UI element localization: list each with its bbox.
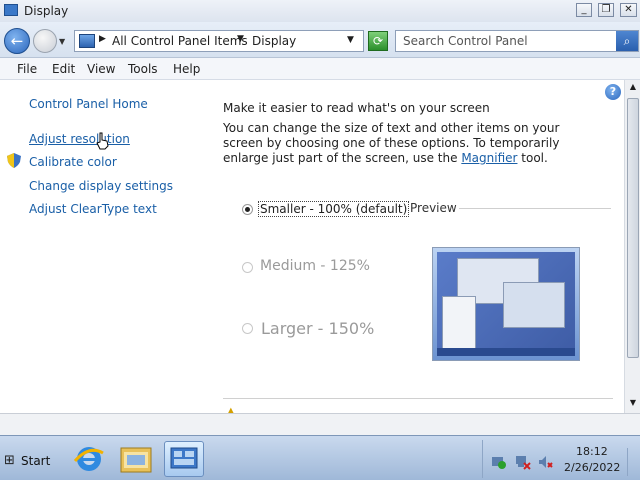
network-icon[interactable] xyxy=(515,454,531,470)
taskbar: ⊞ Start 18:12 2/26/2022 xyxy=(0,435,640,480)
option-larger-label[interactable]: Larger - 150% xyxy=(261,319,374,338)
file-explorer-icon[interactable] xyxy=(116,441,156,477)
menu-file[interactable]: File xyxy=(17,62,37,76)
sidebar-item-adjust-resolution[interactable]: Adjust resolution xyxy=(29,132,130,146)
breadcrumb-all-items[interactable]: All Control Panel Items xyxy=(112,34,248,48)
sidebar-item-calibrate-color[interactable]: Calibrate color xyxy=(29,155,117,169)
chevron-right-icon[interactable]: ▶ xyxy=(99,34,106,44)
sidebar-item-control-panel-home[interactable]: Control Panel Home xyxy=(29,97,148,111)
option-medium-label[interactable]: Medium - 125% xyxy=(260,258,370,274)
navigation-bar: ← ▼ ▶ All Control Panel Items ▼ Display … xyxy=(0,22,640,58)
menu-tools[interactable]: Tools xyxy=(128,62,158,76)
search-placeholder: Search Control Panel xyxy=(403,34,528,48)
preview-window xyxy=(442,296,476,350)
description-text-end: tool. xyxy=(517,151,548,165)
forward-button[interactable] xyxy=(33,29,57,53)
radio-medium[interactable] xyxy=(242,262,253,273)
preview-taskbar xyxy=(437,348,575,356)
maximize-button[interactable]: ❐ xyxy=(598,3,614,17)
menu-view[interactable]: View xyxy=(87,62,115,76)
scroll-up-icon[interactable]: ▲ xyxy=(625,82,640,96)
internet-explorer-icon[interactable] xyxy=(69,441,109,477)
refresh-button[interactable]: ⟳ xyxy=(368,31,388,51)
hand-cursor-icon xyxy=(96,132,109,150)
start-button[interactable]: ⊞ Start xyxy=(2,449,52,471)
vertical-scrollbar[interactable]: ▲ ▼ xyxy=(624,80,640,413)
search-icon[interactable]: ⌕ xyxy=(616,31,638,51)
chevron-down-icon[interactable]: ▼ xyxy=(237,34,244,44)
minimize-button[interactable]: _ xyxy=(576,3,592,17)
sidebar-item-adjust-cleartype[interactable]: Adjust ClearType text xyxy=(29,202,157,216)
scroll-thumb[interactable] xyxy=(627,98,639,358)
option-smaller-label[interactable]: Smaller - 100% (default) xyxy=(258,201,410,217)
action-center-icon[interactable] xyxy=(491,454,507,470)
chevron-down-icon[interactable]: ▼ xyxy=(59,37,65,46)
title-bar: Display _ ❐ ✕ xyxy=(0,0,640,22)
preview-label: Preview xyxy=(410,201,457,215)
control-panel-taskbar-icon[interactable] xyxy=(164,441,204,477)
breadcrumb-display[interactable]: Display xyxy=(252,34,296,48)
radio-smaller[interactable] xyxy=(242,204,253,215)
preview-window xyxy=(503,282,565,328)
preview-image xyxy=(432,247,580,361)
volume-icon[interactable] xyxy=(538,454,554,470)
display-icon xyxy=(4,4,18,16)
radio-larger[interactable] xyxy=(242,323,253,334)
page-description: You can change the size of text and othe… xyxy=(223,121,603,166)
show-desktop-button[interactable] xyxy=(627,448,637,476)
status-bar xyxy=(0,413,640,435)
control-panel-icon xyxy=(79,34,95,48)
clock-time[interactable]: 18:12 xyxy=(576,445,608,458)
divider xyxy=(223,398,613,399)
address-bar[interactable]: ▶ All Control Panel Items ▼ Display ▼ xyxy=(74,30,364,52)
divider xyxy=(459,208,611,209)
page-heading: Make it easier to read what's on your sc… xyxy=(223,101,490,115)
menu-edit[interactable]: Edit xyxy=(52,62,75,76)
close-button[interactable]: ✕ xyxy=(620,3,637,17)
system-tray: 18:12 2/26/2022 xyxy=(482,440,638,478)
start-label: Start xyxy=(21,454,51,468)
shield-icon xyxy=(7,153,21,168)
window-title: Display xyxy=(24,4,69,18)
clock-date[interactable]: 2/26/2022 xyxy=(564,461,620,474)
back-button[interactable]: ← xyxy=(4,28,30,54)
magnifier-link[interactable]: Magnifier xyxy=(461,151,517,165)
windows-logo-icon: ⊞ xyxy=(4,453,15,468)
menu-bar: File Edit View Tools Help xyxy=(0,58,640,80)
preview-desktop xyxy=(437,252,575,356)
help-icon[interactable]: ? xyxy=(605,84,621,100)
sidebar-item-change-display-settings[interactable]: Change display settings xyxy=(29,179,173,193)
address-dropdown-icon[interactable]: ▼ xyxy=(347,35,354,45)
search-input[interactable]: Search Control Panel ⌕ xyxy=(395,30,639,52)
menu-help[interactable]: Help xyxy=(173,62,200,76)
scroll-down-icon[interactable]: ▼ xyxy=(625,398,640,412)
